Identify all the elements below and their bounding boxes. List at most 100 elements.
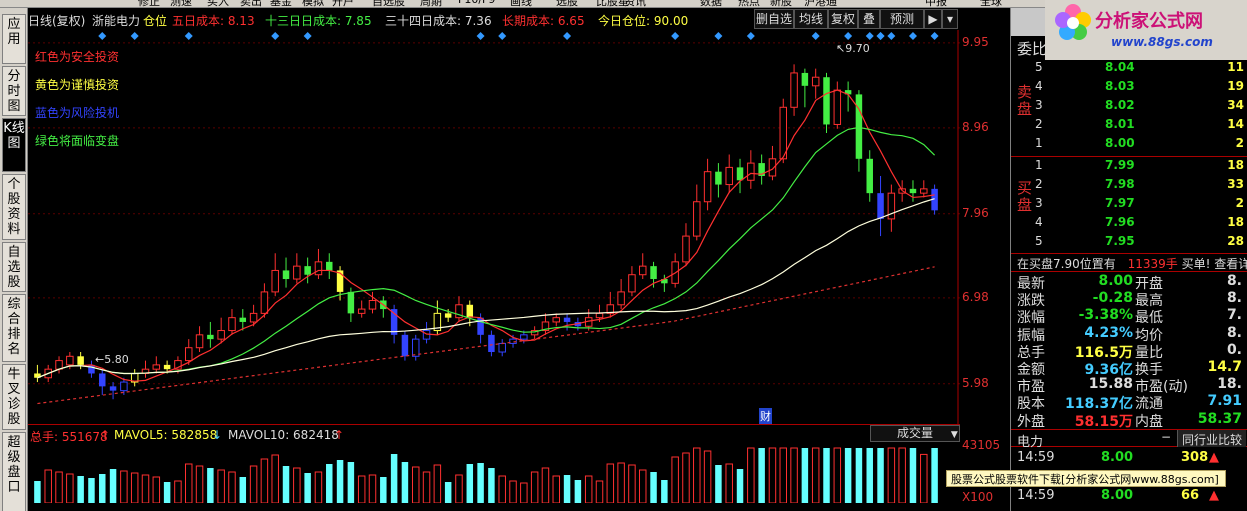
signal-diamond — [908, 32, 917, 40]
volume-bar — [368, 474, 377, 503]
book-price: 8.01 — [1105, 117, 1135, 131]
menu-item[interactable]: 资讯 — [624, 0, 646, 7]
volume-bar — [638, 469, 647, 503]
tab-industry[interactable]: 电力 — [1017, 431, 1043, 450]
signal-diamond — [563, 32, 572, 40]
candle — [833, 81, 842, 129]
candle — [866, 150, 873, 202]
menu-item[interactable]: 新股 — [770, 0, 792, 7]
volume-bar — [920, 453, 928, 503]
tab-6[interactable]: 牛叉诊股 — [2, 364, 26, 430]
volume-bar — [249, 465, 258, 503]
menu-item[interactable]: 测速 — [170, 0, 192, 7]
price-tick: 9.95 — [962, 34, 989, 49]
cost-label: 仓位 — [143, 14, 168, 28]
stock-name: 浙能电力 — [92, 14, 141, 28]
chart-btn-1[interactable]: 均线 — [794, 9, 828, 29]
book-row[interactable]: 2 8.01 14 — [1035, 117, 1247, 135]
kline-chart[interactable] — [28, 30, 960, 425]
chart-btn-2[interactable]: 复权 — [828, 9, 858, 29]
buy-label: 买盘 — [1017, 179, 1033, 214]
book-row[interactable]: 5 8.04 11 — [1035, 60, 1247, 78]
chart-btn-0[interactable]: 删自选 — [754, 9, 794, 29]
chart-btn-6[interactable]: ▾ — [942, 9, 958, 29]
candle — [552, 313, 561, 327]
price-tick: 7.96 — [962, 205, 989, 220]
book-row[interactable]: 1 8.00 2 — [1035, 136, 1247, 154]
chart-btn-5[interactable]: ▶ — [924, 9, 942, 29]
tab-2[interactable]: K线图 — [2, 118, 26, 172]
chart-btn-4[interactable]: 预测 — [880, 9, 924, 29]
period-label[interactable]: 日线(复权) — [28, 12, 85, 29]
menu-item[interactable]: F10/F9 — [458, 0, 495, 6]
volume-bar — [725, 463, 733, 503]
volume-axis-top: 43105 — [962, 438, 1001, 452]
indicator-select[interactable]: 成交量 ▼ — [870, 425, 960, 442]
volume-bar — [44, 469, 52, 503]
stat-row: 涨幅 -3.38% 最低 7. — [1011, 307, 1247, 326]
menu-item[interactable]: 全球 — [980, 0, 1002, 7]
volume-bar — [595, 480, 604, 503]
book-row[interactable]: 4 7.96 18 — [1035, 215, 1247, 233]
volume-bar — [584, 475, 593, 503]
stat-row: 金额 9.36亿 换手 14.7 — [1011, 359, 1247, 378]
menu-item[interactable]: 修正 — [138, 0, 160, 7]
stat-row: 股本 118.37亿 流通 7.91 — [1011, 393, 1247, 412]
menu-item[interactable]: 选股 — [556, 0, 578, 7]
legend-item: 蓝色为风险投机 — [35, 106, 120, 120]
candle — [823, 72, 830, 134]
volume-bar — [34, 481, 41, 503]
arrow-down-icon: ↓ — [212, 428, 223, 442]
tab-5[interactable]: 综合排名 — [2, 294, 26, 362]
tab-peer-compare[interactable]: 同行业比较 — [1177, 430, 1247, 447]
menu-item[interactable]: 开户 — [332, 0, 354, 7]
signal-diamond — [184, 32, 193, 40]
menu-item[interactable]: 买入 — [207, 0, 229, 7]
weibi-label: 委比 — [1017, 40, 1048, 58]
book-row[interactable]: 1 7.99 18 — [1035, 158, 1247, 176]
tab-1[interactable]: 分时图 — [2, 66, 26, 116]
book-row[interactable]: 4 8.03 19 — [1035, 79, 1247, 97]
tab-3[interactable]: 个股资料 — [2, 174, 26, 240]
menu-item[interactable]: 周期 — [420, 0, 442, 7]
tab-4[interactable]: 自选股 — [2, 242, 26, 292]
price-tick: 6.98 — [962, 289, 989, 304]
volume-bar — [174, 480, 182, 503]
chart-btn-3[interactable]: 叠 — [858, 9, 880, 29]
candle — [530, 326, 539, 340]
menu-item[interactable]: 卖出 — [240, 0, 262, 7]
tab-collapse[interactable]: − — [1161, 430, 1171, 444]
menu-item[interactable]: 热点 — [738, 0, 760, 7]
book-row[interactable]: 5 7.95 28 — [1035, 234, 1247, 252]
menu-item[interactable]: 自选股 — [372, 0, 405, 7]
chevron-down-icon: ▼ — [950, 430, 958, 440]
volume-bar — [811, 447, 820, 503]
watermark-banner[interactable]: 股票公式股票软件下载[分析家公式网www.88gs.com] — [946, 470, 1226, 487]
book-row[interactable]: 3 7.97 2 — [1035, 196, 1247, 214]
menu-item[interactable]: 沪港通 — [804, 0, 837, 7]
volume-bar — [130, 472, 139, 503]
site-logo: 分析家公式网 www.88gs.com — [1045, 0, 1247, 60]
stat-value: 4.23% — [1084, 324, 1133, 341]
big-order-notice[interactable]: 在买盘7.90位置有 11339手 买单! 查看详 — [1017, 255, 1247, 272]
menu-item[interactable]: 模拟 — [302, 0, 324, 7]
book-row[interactable]: 2 7.98 33 — [1035, 177, 1247, 195]
book-volume: 19 — [1227, 79, 1244, 93]
candle — [703, 158, 712, 211]
price-tick: 8.96 — [962, 119, 989, 134]
volume-bar — [477, 463, 484, 503]
volume-bar — [790, 447, 798, 503]
volume-bar — [141, 474, 150, 503]
menu-item[interactable]: 基金 — [270, 0, 292, 7]
menu-item[interactable]: 中报 — [925, 0, 947, 7]
book-row[interactable]: 3 8.02 34 — [1035, 98, 1247, 116]
book-level: 5 — [1035, 60, 1043, 74]
stat-value-2: 14.7 — [1207, 359, 1242, 375]
menu-item[interactable]: 画线 — [510, 0, 532, 7]
book-price: 8.02 — [1105, 98, 1135, 112]
tab-0[interactable]: 应用 — [2, 14, 26, 64]
menu-item[interactable]: 数据 — [700, 0, 722, 7]
tab-7[interactable]: 超级盘口 — [2, 432, 26, 511]
finance-marker[interactable]: 财 — [759, 408, 772, 424]
candle — [768, 145, 777, 181]
